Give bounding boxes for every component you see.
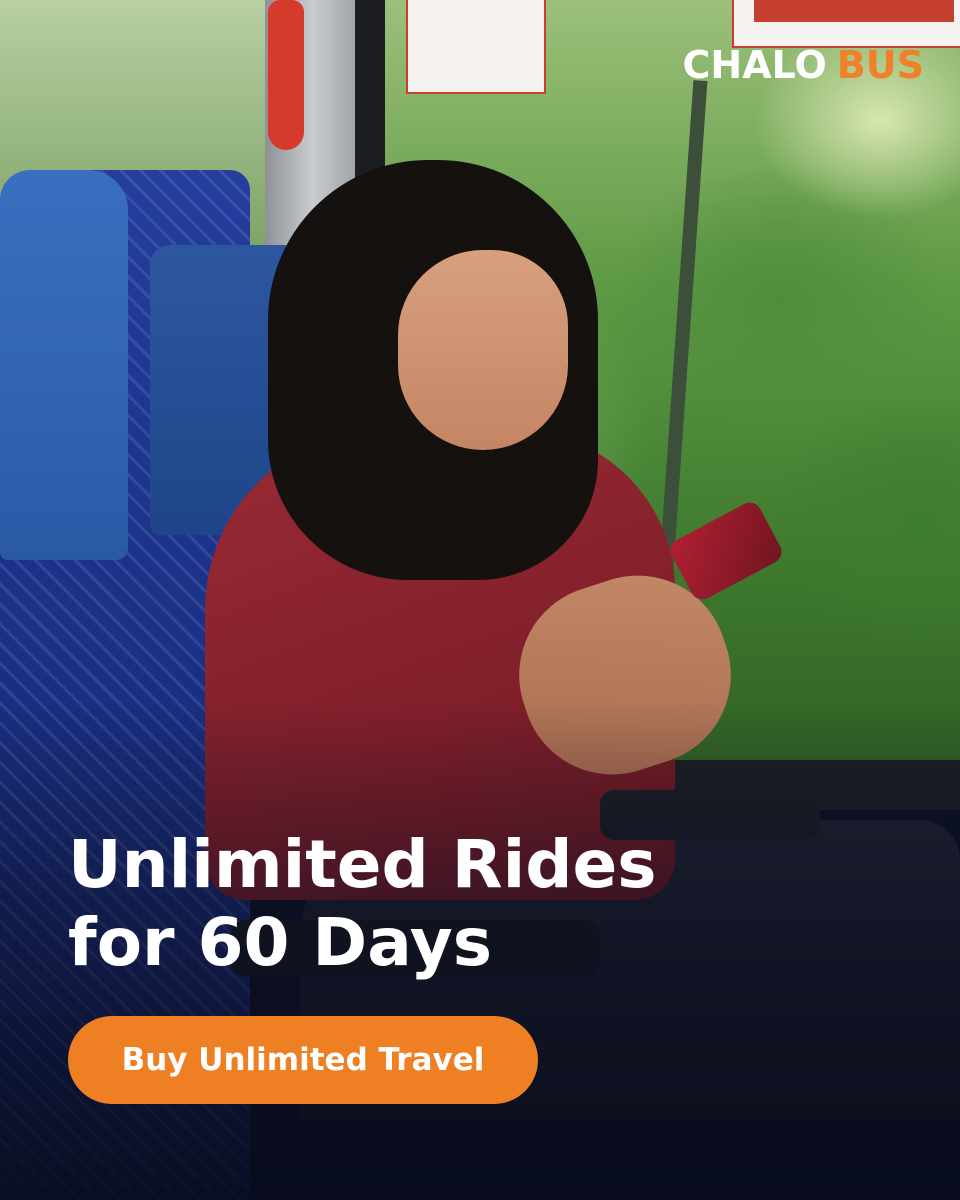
passenger-face (398, 250, 568, 450)
chalo-bus-logo: CHALO BUS (683, 46, 924, 84)
buy-unlimited-travel-button[interactable]: Buy Unlimited Travel (68, 1016, 538, 1104)
logo-text-primary: CHALO (682, 43, 827, 87)
headline: Unlimited Rides for 60 Days (68, 826, 657, 982)
break-glass-sticker (406, 0, 546, 94)
headline-line-2: for 60 Days (68, 904, 493, 981)
logo-text-accent: BUS (836, 43, 924, 87)
promo-banner: CHALO BUS Unlimited Rides for 60 Days Bu… (0, 0, 960, 1200)
seat-headrest (0, 170, 128, 560)
headline-line-1: Unlimited Rides (68, 826, 657, 903)
emergency-hammer (268, 0, 304, 150)
emergency-sticker (732, 0, 960, 48)
